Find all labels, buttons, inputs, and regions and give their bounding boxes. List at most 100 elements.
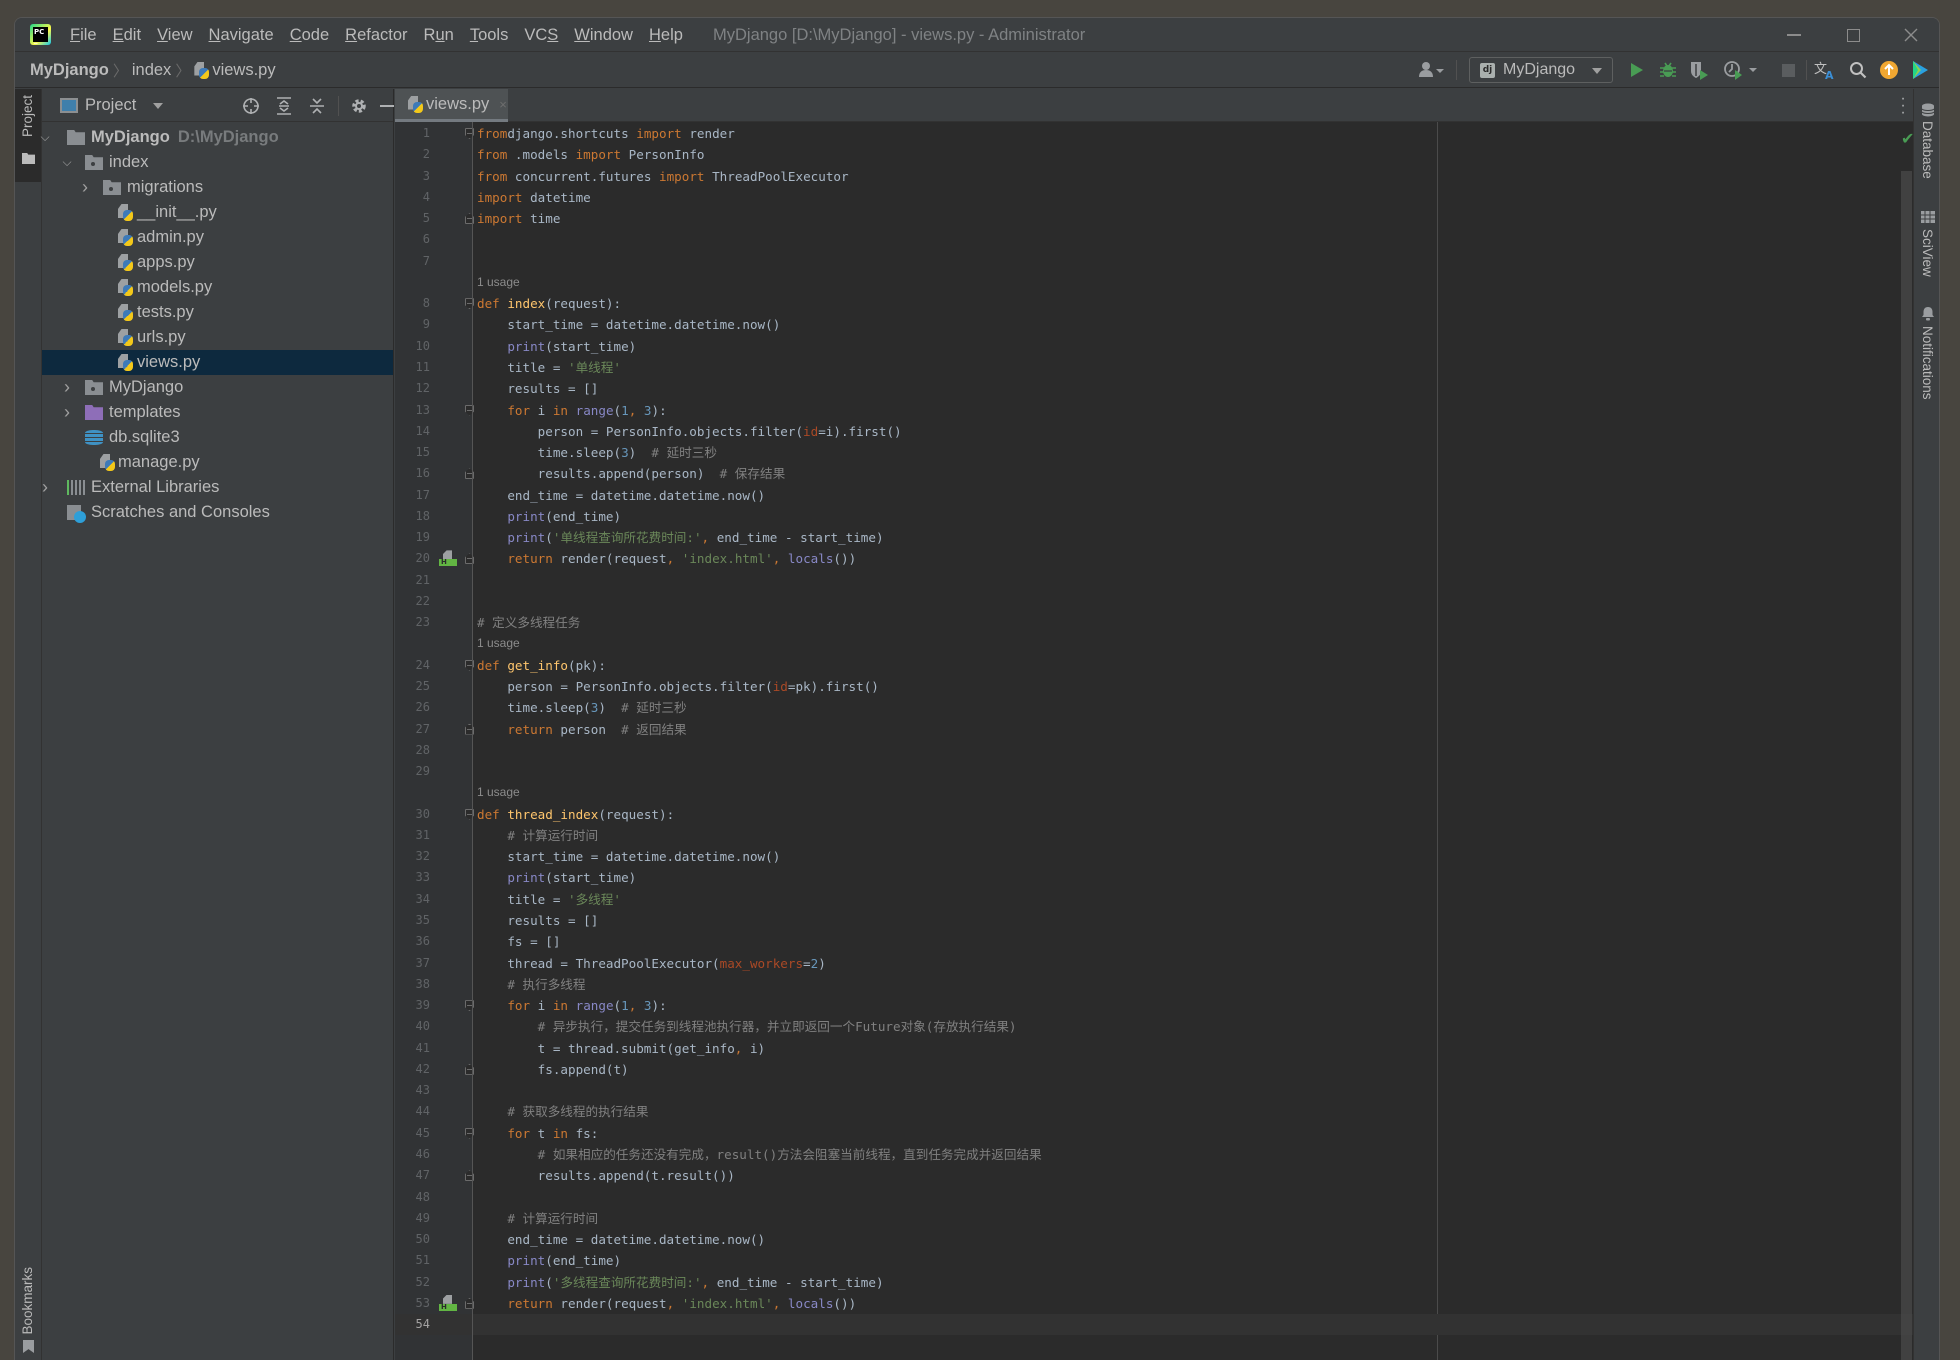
tree-item[interactable]: models.py <box>42 275 393 300</box>
expand-all-button[interactable] <box>273 95 295 117</box>
tree-item[interactable]: db.sqlite3 <box>42 425 393 450</box>
code-line[interactable]: 28 <box>395 740 1913 761</box>
code-line[interactable]: 22 <box>395 591 1913 612</box>
code-line[interactable]: 12 results = [] <box>395 378 1913 399</box>
code-line[interactable]: 14 person = PersonInfo.objects.filter(id… <box>395 421 1913 442</box>
code-line[interactable]: 20 return render(request, 'index.html', … <box>395 548 1913 569</box>
tree-item[interactable]: ⌵ MyDjango D:\MyDjango <box>40 125 393 150</box>
code-line[interactable]: 25 person = PersonInfo.objects.filter(id… <box>395 676 1913 697</box>
tree-item[interactable]: › migrations <box>42 175 393 200</box>
chevron-down-icon[interactable]: ⌵ <box>60 150 74 175</box>
code-line[interactable]: 36 fs = [] <box>395 931 1913 952</box>
chevron-right-icon[interactable]: › <box>60 400 74 425</box>
usage-hint[interactable]: 1 usage <box>395 633 1913 654</box>
code-line[interactable]: 18 print(end_time) <box>395 506 1913 527</box>
code-line[interactable]: 9 start_time = datetime.datetime.now() <box>395 314 1913 335</box>
html-template-gutter-icon[interactable] <box>439 1295 457 1312</box>
code-line[interactable]: 1 fromdjango.shortcuts import render <box>395 123 1913 144</box>
code-line[interactable]: 8 def index(request): <box>395 293 1913 314</box>
bookmarks-tool-tab[interactable]: Bookmarks <box>15 1267 41 1360</box>
chevron-right-icon[interactable]: › <box>38 475 52 500</box>
user-button[interactable] <box>1415 59 1449 81</box>
code-line[interactable]: 54 <box>395 1314 1913 1336</box>
database-tool-tab[interactable]: Database <box>1914 97 1939 187</box>
menu-vcs[interactable]: VCS <box>524 18 558 52</box>
close-button[interactable] <box>1891 18 1931 52</box>
update-button[interactable] <box>1877 59 1901 81</box>
chevron-down-icon[interactable]: ⌵ <box>38 125 52 150</box>
usage-hint[interactable]: 1 usage <box>395 782 1913 803</box>
menu-file[interactable]: File <box>70 18 97 52</box>
usage-hint[interactable]: 1 usage <box>395 272 1913 293</box>
code-line[interactable]: 32 start_time = datetime.datetime.now() <box>395 846 1913 867</box>
code-line[interactable]: 51 print(end_time) <box>395 1250 1913 1271</box>
chevron-right-icon[interactable]: › <box>78 175 92 200</box>
tree-item[interactable]: › templates <box>42 400 393 425</box>
code-line[interactable]: 26 time.sleep(3) # 延时三秒 <box>395 697 1913 718</box>
code-line[interactable]: 31 # 计算运行时间 <box>395 825 1913 846</box>
run-configuration-selector[interactable]: dj MyDjango <box>1469 57 1613 83</box>
collapse-all-button[interactable] <box>306 95 328 117</box>
code-line[interactable]: 43 <box>395 1080 1913 1101</box>
menu-tools[interactable]: Tools <box>470 18 509 52</box>
menu-navigate[interactable]: Navigate <box>209 18 274 52</box>
tree-item[interactable]: › External Libraries <box>42 475 393 500</box>
code-area[interactable]: 1 fromdjango.shortcuts import render 2 from… <box>395 122 1913 1360</box>
debug-button[interactable] <box>1656 59 1680 81</box>
profile-button[interactable] <box>1721 59 1761 81</box>
code-line[interactable]: 42 fs.append(t) <box>395 1059 1913 1080</box>
code-line[interactable]: 24 def get_info(pk): <box>395 655 1913 676</box>
locate-file-button[interactable] <box>240 95 262 117</box>
code-line[interactable]: 30 def thread_index(request): <box>395 804 1913 825</box>
code-line[interactable]: 49 # 计算运行时间 <box>395 1208 1913 1229</box>
code-line[interactable]: 23 # 定义多线程任务 <box>395 612 1913 633</box>
translate-button[interactable]: 文A <box>1812 59 1838 81</box>
tree-item[interactable]: apps.py <box>42 250 393 275</box>
tree-item[interactable]: › MyDjango <box>42 375 393 400</box>
tree-item[interactable]: tests.py <box>42 300 393 325</box>
code-line[interactable]: 45 for t in fs: <box>395 1123 1913 1144</box>
code-line[interactable]: 37 thread = ThreadPoolExecutor(max_worke… <box>395 953 1913 974</box>
code-line[interactable]: 34 title = '多线程' <box>395 889 1913 910</box>
code-line[interactable]: 33 print(start_time) <box>395 867 1913 888</box>
project-view-selector[interactable]: Project <box>60 89 164 122</box>
code-line[interactable]: 7 <box>395 251 1913 272</box>
code-line[interactable]: 10 print(start_time) <box>395 336 1913 357</box>
code-line[interactable]: 4 import datetime <box>395 187 1913 208</box>
html-template-gutter-icon[interactable] <box>439 550 457 567</box>
code-line[interactable]: 38 # 执行多线程 <box>395 974 1913 995</box>
code-line[interactable]: 35 results = [] <box>395 910 1913 931</box>
tree-item[interactable]: urls.py <box>42 325 393 350</box>
menu-help[interactable]: Help <box>649 18 683 52</box>
menu-refactor[interactable]: Refactor <box>345 18 407 52</box>
sciview-tool-tab[interactable]: SciView <box>1914 207 1939 287</box>
code-line[interactable]: 5 import time <box>395 208 1913 229</box>
code-line[interactable]: 39 for i in range(1, 3): <box>395 995 1913 1016</box>
menu-window[interactable]: Window <box>574 18 633 52</box>
code-line[interactable]: 50 end_time = datetime.datetime.now() <box>395 1229 1913 1250</box>
menu-view[interactable]: View <box>157 18 192 52</box>
tree-item[interactable]: admin.py <box>42 225 393 250</box>
code-line[interactable]: 41 t = thread.submit(get_info, i) <box>395 1038 1913 1059</box>
notifications-tool-tab[interactable]: Notifications <box>1914 304 1939 414</box>
menu-edit[interactable]: Edit <box>113 18 141 52</box>
code-line[interactable]: 3 from concurrent.futures import ThreadPo… <box>395 166 1913 187</box>
code-line[interactable]: 2 from .models import PersonInfo <box>395 144 1913 165</box>
code-line[interactable]: 6 <box>395 229 1913 250</box>
code-line[interactable]: 13 for i in range(1, 3): <box>395 400 1913 421</box>
chevron-right-icon[interactable]: › <box>60 375 74 400</box>
tree-item[interactable]: Scratches and Consoles <box>42 500 393 525</box>
code-line[interactable]: 53 return render(request, 'index.html', … <box>395 1293 1913 1314</box>
code-line[interactable]: 16 results.append(person) # 保存结果 <box>395 463 1913 484</box>
code-line[interactable]: 17 end_time = datetime.datetime.now() <box>395 485 1913 506</box>
menu-run[interactable]: Run <box>424 18 454 52</box>
search-everywhere-button[interactable] <box>1846 59 1870 81</box>
tree-item[interactable]: ⌵ index <box>42 150 393 175</box>
code-line[interactable]: 46 # 如果相应的任务还没有完成，result()方法会阻塞当前线程，直到任务… <box>395 1144 1913 1165</box>
code-line[interactable]: 21 <box>395 570 1913 591</box>
menu-code[interactable]: Code <box>290 18 329 52</box>
code-line[interactable]: 47 results.append(t.result()) <box>395 1165 1913 1186</box>
run-with-coverage-button[interactable] <box>1687 59 1711 81</box>
code-line[interactable]: 48 <box>395 1187 1913 1208</box>
minimize-button[interactable] <box>1774 18 1814 52</box>
